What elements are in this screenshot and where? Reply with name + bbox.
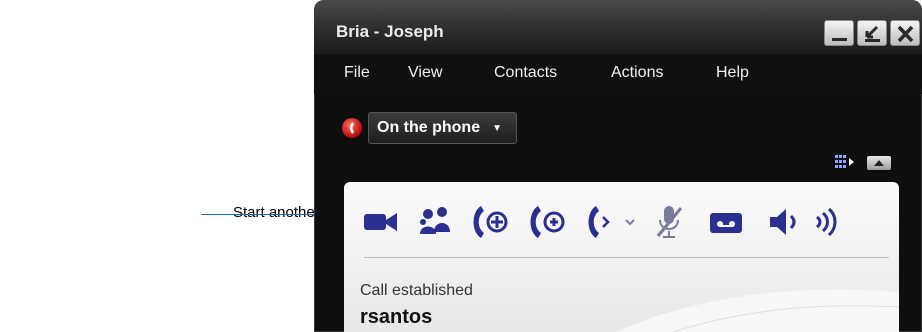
transfer-icon[interactable]: [584, 200, 640, 244]
call-toolbar: [344, 196, 899, 252]
call-status-text: Call established: [360, 282, 473, 299]
menu-bar: File View Contacts Actions Help: [314, 54, 922, 94]
video-icon[interactable]: [362, 200, 400, 244]
presence-phone-icon: [342, 118, 362, 138]
bria-window: Bria - Joseph File View Contacts Actions…: [314, 0, 922, 332]
minimize-button[interactable]: [824, 20, 854, 46]
voicemail-icon[interactable]: [707, 200, 747, 244]
status-dropdown[interactable]: On the phone ▼: [368, 112, 518, 144]
start-another-call-icon[interactable]: [526, 200, 570, 244]
presence-area: On the phone ▼: [342, 112, 518, 144]
collapse-button[interactable]: [867, 156, 891, 170]
restore-icon: [865, 25, 880, 42]
conference-icon[interactable]: [469, 200, 513, 244]
toolbar-divider: [364, 257, 889, 258]
close-button[interactable]: [890, 20, 920, 46]
window-controls: [824, 20, 920, 46]
speaker-icon[interactable]: [764, 200, 804, 244]
chevron-down-icon: ▼: [492, 122, 503, 134]
menu-view[interactable]: View: [408, 64, 442, 82]
close-icon: [897, 25, 914, 43]
call-panel: Call established rsantos: [344, 182, 899, 332]
menu-contacts[interactable]: Contacts: [494, 64, 557, 82]
title-bar[interactable]: Bria - Joseph: [314, 0, 922, 54]
window-title: Bria - Joseph: [336, 22, 444, 41]
caller-name: rsantos: [360, 306, 433, 328]
mute-mic-icon[interactable]: [652, 200, 688, 244]
minimize-icon: [832, 38, 847, 41]
status-label: On the phone: [377, 119, 481, 136]
menu-file[interactable]: File: [344, 64, 370, 82]
grid-view-icon[interactable]: [835, 155, 857, 169]
menu-help[interactable]: Help: [716, 64, 749, 82]
menu-actions[interactable]: Actions: [611, 64, 663, 82]
chevron-up-icon: [874, 160, 884, 166]
contacts-icon[interactable]: [416, 200, 454, 244]
volume-icon[interactable]: [811, 200, 847, 244]
restore-button[interactable]: [857, 20, 887, 46]
